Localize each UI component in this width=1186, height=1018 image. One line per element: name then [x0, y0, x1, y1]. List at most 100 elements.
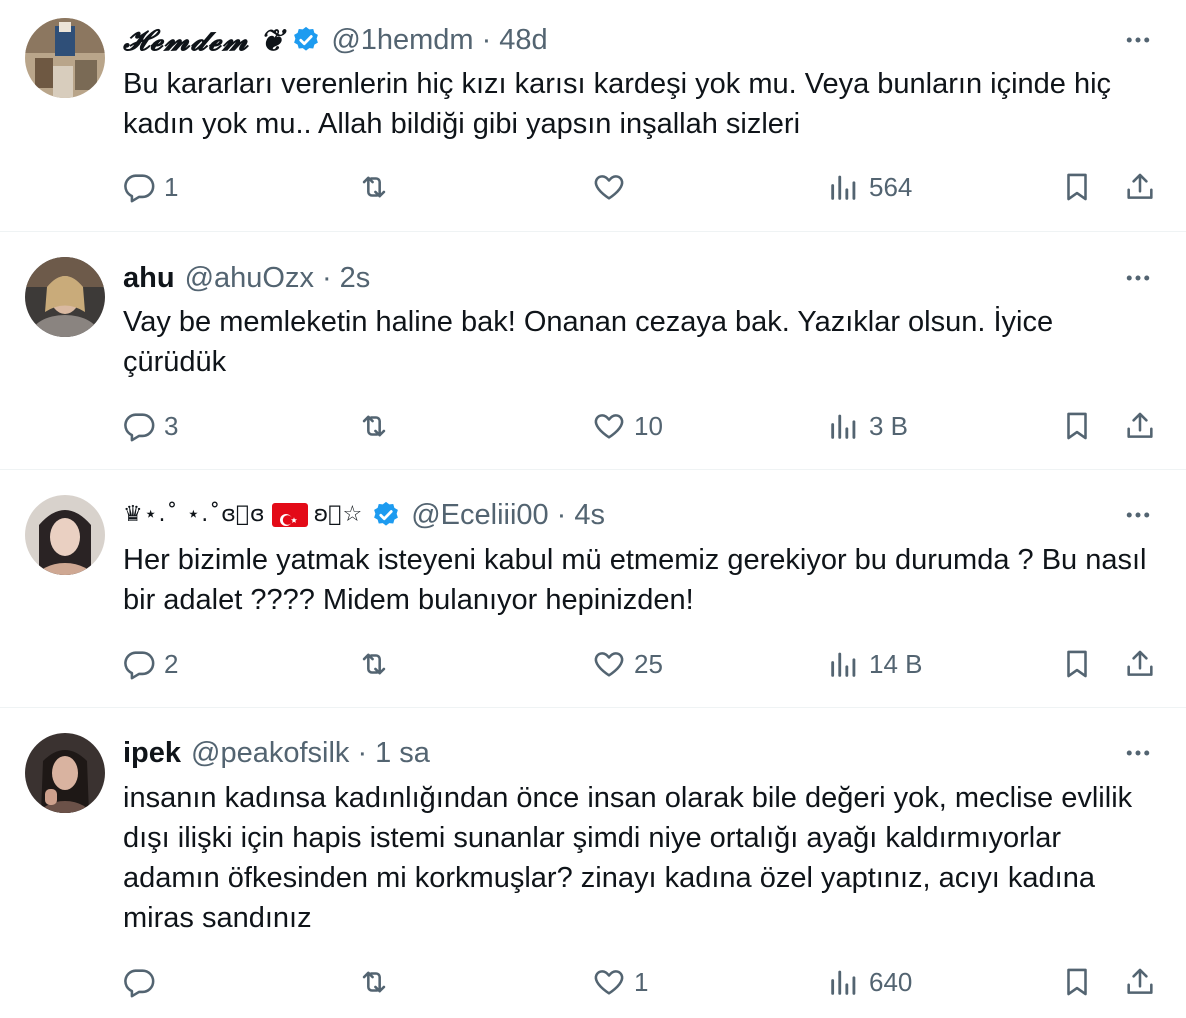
reply-icon: [122, 409, 156, 443]
like-count: 10: [634, 410, 663, 441]
more-icon[interactable]: [1118, 20, 1158, 60]
share-icon: [1123, 170, 1157, 204]
like-button[interactable]: 1: [592, 962, 648, 1002]
views-icon: [827, 409, 861, 443]
turkish-flag-icon: [271, 503, 308, 527]
repost-button[interactable]: [357, 167, 399, 207]
bookmark-icon: [1060, 409, 1094, 443]
display-name[interactable]: ahu: [123, 258, 175, 298]
like-icon: [592, 965, 626, 999]
more-icon[interactable]: [1118, 258, 1158, 298]
views-count: 640: [869, 966, 913, 997]
reply-icon: [122, 170, 156, 204]
share-button[interactable]: [1123, 167, 1157, 207]
display-name-suffix[interactable]: ʚ⃝☆: [314, 495, 364, 535]
share-button[interactable]: [1123, 406, 1157, 446]
action-bar: 1 640: [0, 962, 1186, 1002]
action-bar: 3 10 3 B: [0, 406, 1186, 446]
separator-dot: ·: [556, 499, 567, 531]
tweet-header: ahu @ahuOzx · 2s: [123, 258, 1096, 298]
views-button[interactable]: 3 B: [827, 406, 908, 446]
repost-icon: [357, 647, 391, 681]
avatar[interactable]: [25, 495, 105, 575]
bookmark-icon: [1060, 965, 1094, 999]
views-icon: [827, 965, 861, 999]
like-button[interactable]: 25: [592, 644, 663, 684]
reply-count: 1: [164, 171, 179, 202]
like-count: 25: [634, 648, 663, 679]
reply-button[interactable]: [122, 962, 164, 1002]
more-icon[interactable]: [1118, 733, 1158, 773]
share-button[interactable]: [1123, 962, 1157, 1002]
reply-count: 2: [164, 648, 179, 679]
tweet[interactable]: 𝓗𝓮𝓶𝓭𝓮𝓶 ❦ @1hemdm · 48d Bu kararları vere…: [0, 0, 1186, 232]
display-name[interactable]: 𝓗𝓮𝓶𝓭𝓮𝓶 ❦: [123, 20, 283, 60]
reply-button[interactable]: 1: [122, 167, 178, 207]
verified-badge-icon: [291, 25, 321, 55]
timestamp[interactable]: 1 sa: [375, 733, 430, 773]
like-button[interactable]: 10: [592, 406, 663, 446]
handle[interactable]: @ahuOzx: [185, 258, 314, 298]
separator-dot: ·: [321, 262, 332, 294]
views-icon: [827, 647, 861, 681]
tweet[interactable]: ipek @peakofsilk · 1 sa insanın kadınsa …: [0, 708, 1186, 1018]
share-icon: [1123, 409, 1157, 443]
separator-dot: ·: [357, 737, 368, 769]
reply-button[interactable]: 2: [122, 644, 178, 684]
bookmark-button[interactable]: [1060, 962, 1094, 1002]
avatar[interactable]: [25, 733, 105, 813]
views-button[interactable]: 564: [827, 167, 912, 207]
timestamp[interactable]: 48d: [499, 20, 547, 60]
tweet-text: Her bizimle yatmak isteyeni kabul mü etm…: [123, 544, 1147, 616]
like-button[interactable]: [592, 167, 634, 207]
handle[interactable]: @peakofsilk: [191, 733, 349, 773]
reply-feed: 𝓗𝓮𝓶𝓭𝓮𝓶 ❦ @1hemdm · 48d Bu kararları vere…: [0, 0, 1186, 1018]
display-name[interactable]: ♛⋆.˚ ⋆.˚ɞ⃝ɞ: [123, 495, 266, 535]
tweet-text: insanın kadınsa kadınlığından önce insan…: [123, 782, 1133, 934]
repost-button[interactable]: [357, 962, 399, 1002]
bookmark-icon: [1060, 170, 1094, 204]
verified-badge-icon: [371, 500, 401, 530]
repost-button[interactable]: [357, 644, 399, 684]
repost-icon: [357, 170, 391, 204]
repost-icon: [357, 409, 391, 443]
handle[interactable]: @Eceliii00: [411, 495, 548, 535]
tweet-header: ♛⋆.˚ ⋆.˚ɞ⃝ɞ ʚ⃝☆ @Eceliii00 · 4s: [123, 495, 1096, 535]
timestamp[interactable]: 2s: [340, 258, 371, 298]
views-button[interactable]: 14 B: [827, 644, 923, 684]
bookmark-icon: [1060, 647, 1094, 681]
action-bar: 2 25 14 B: [0, 644, 1186, 684]
views-count: 564: [869, 171, 913, 202]
views-icon: [827, 170, 861, 204]
repost-button[interactable]: [357, 406, 399, 446]
bookmark-button[interactable]: [1060, 406, 1094, 446]
reply-count: 3: [164, 410, 179, 441]
like-icon: [592, 409, 626, 443]
tweet[interactable]: ahu @ahuOzx · 2s Vay be memleketin halin…: [0, 232, 1186, 470]
bookmark-button[interactable]: [1060, 644, 1094, 684]
tweet-header: 𝓗𝓮𝓶𝓭𝓮𝓶 ❦ @1hemdm · 48d: [123, 20, 1096, 60]
action-bar: 1 564: [0, 167, 1186, 207]
share-button[interactable]: [1123, 644, 1157, 684]
share-icon: [1123, 965, 1157, 999]
like-icon: [592, 647, 626, 681]
views-count: 3 B: [869, 410, 909, 441]
views-button[interactable]: 640: [827, 962, 912, 1002]
views-count: 14 B: [869, 648, 923, 679]
avatar[interactable]: [25, 257, 105, 337]
tweet-text: Bu kararları verenlerin hiç kızı karısı …: [123, 68, 1112, 140]
handle[interactable]: @1hemdm: [331, 20, 473, 60]
display-name[interactable]: ipek: [123, 733, 181, 773]
reply-icon: [122, 965, 156, 999]
tweet-text: Vay be memleketin haline bak! Onanan cez…: [123, 306, 1054, 378]
more-icon[interactable]: [1118, 495, 1158, 535]
reply-icon: [122, 647, 156, 681]
reply-button[interactable]: 3: [122, 406, 178, 446]
like-count: 1: [634, 966, 649, 997]
bookmark-button[interactable]: [1060, 167, 1094, 207]
avatar[interactable]: [25, 18, 105, 98]
tweet[interactable]: ♛⋆.˚ ⋆.˚ɞ⃝ɞ ʚ⃝☆ @Eceliii00 · 4s Her bizi…: [0, 470, 1186, 708]
timestamp[interactable]: 4s: [574, 495, 605, 535]
separator-dot: ·: [481, 24, 492, 56]
repost-icon: [357, 965, 391, 999]
